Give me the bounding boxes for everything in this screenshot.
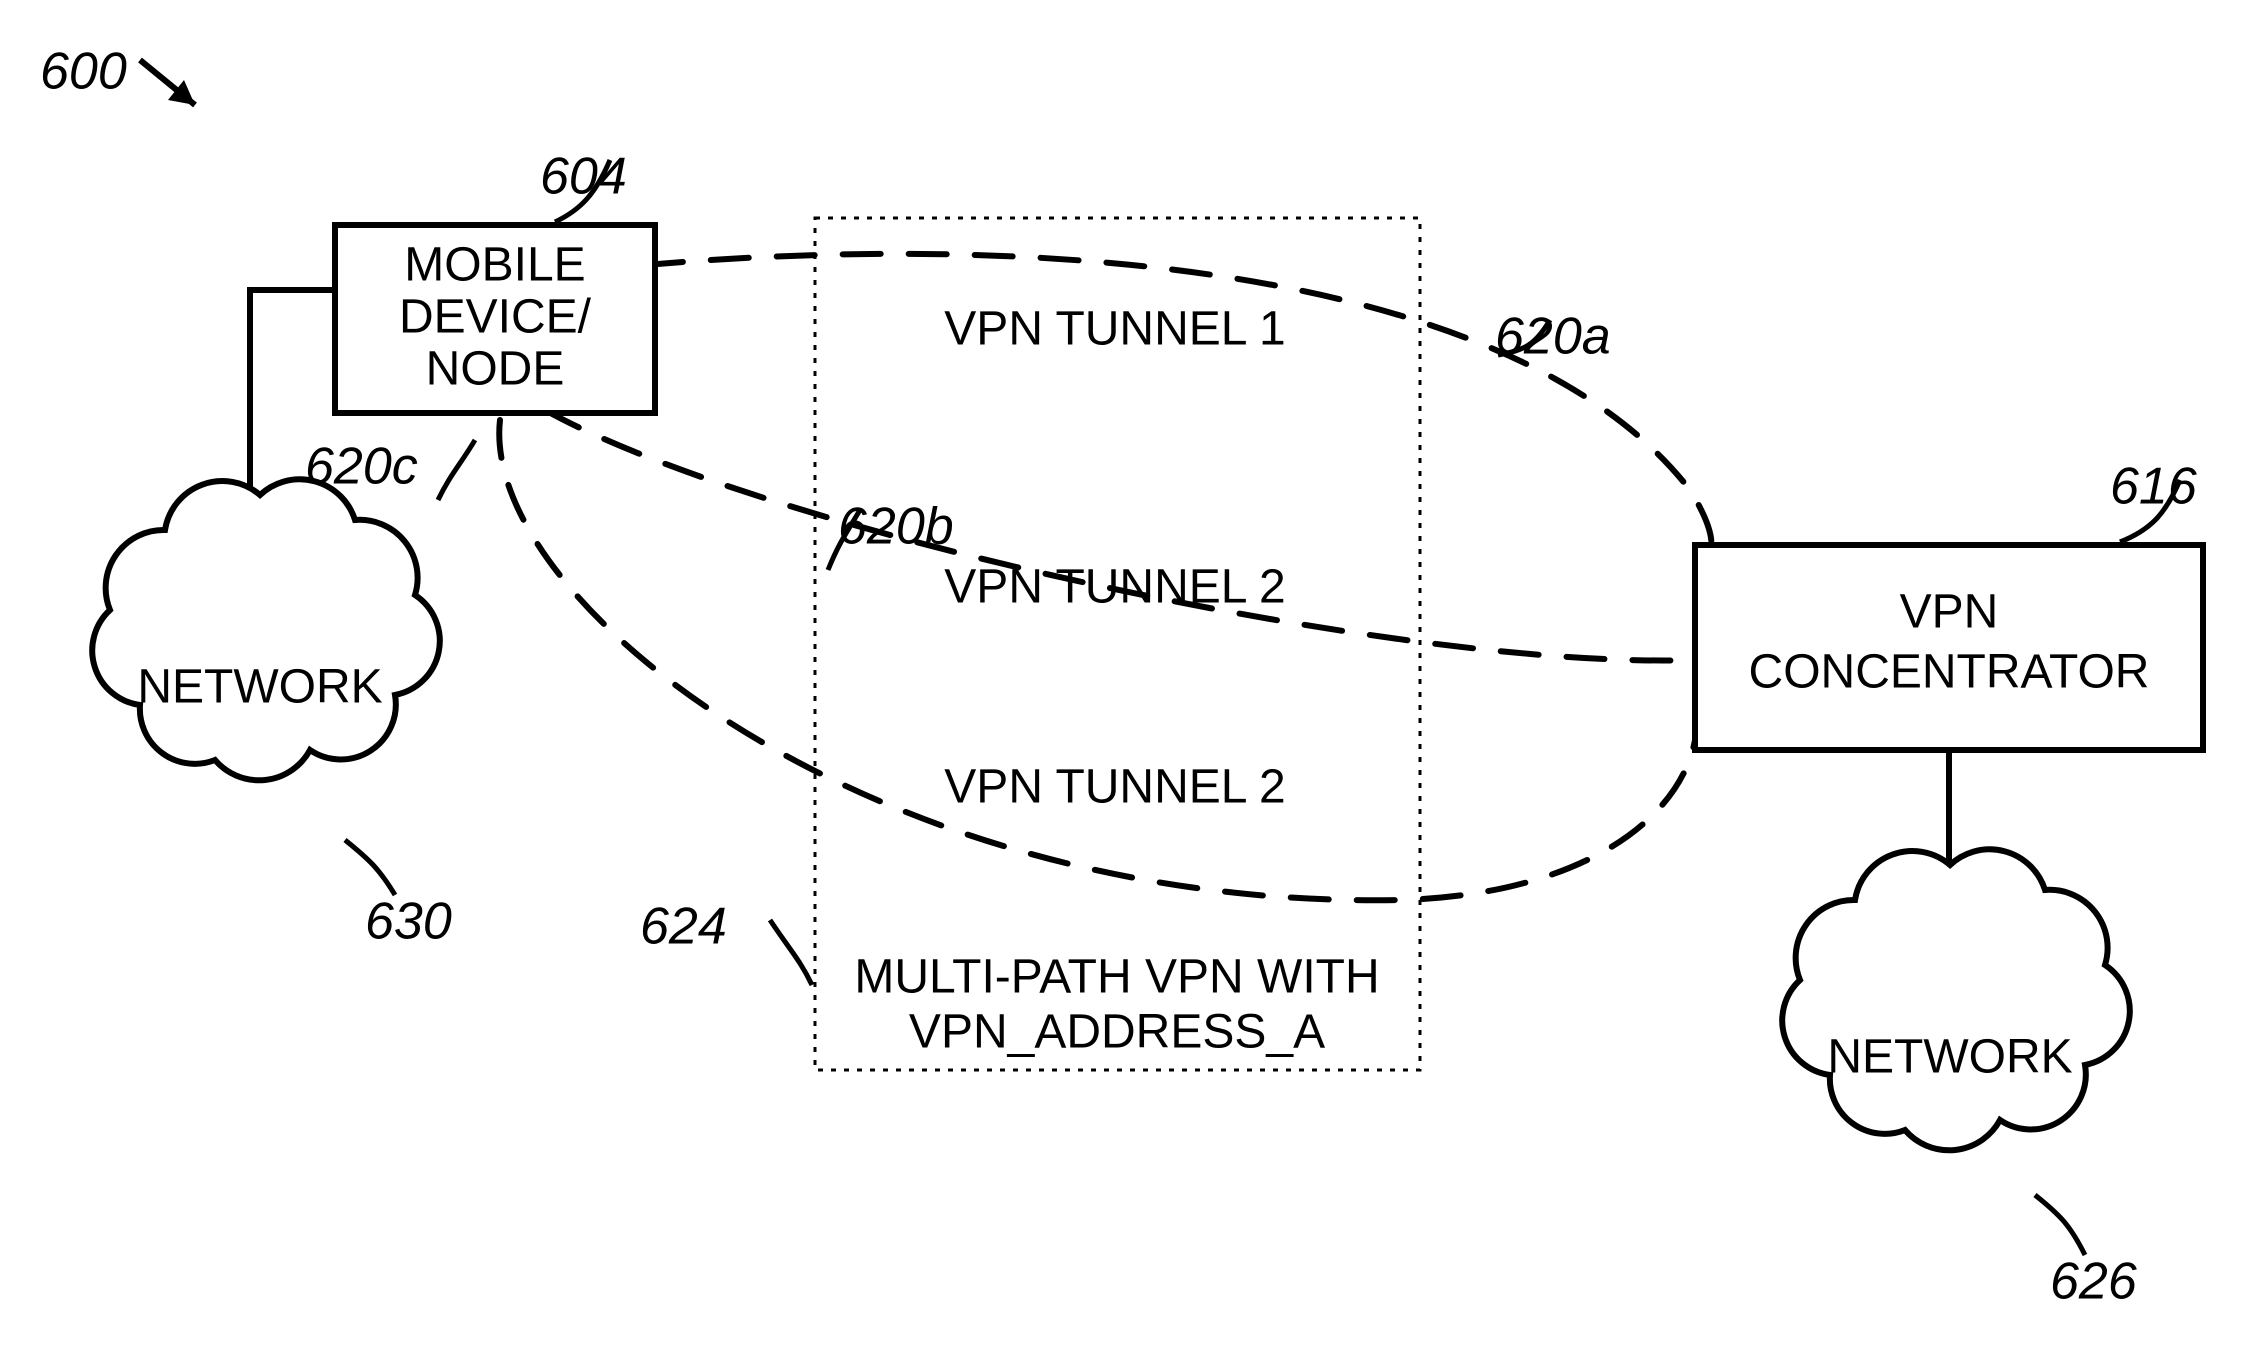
tunnel-b-path: [545, 410, 1695, 661]
network-left-cloud: NETWORK: [92, 479, 440, 780]
network-left-label: NETWORK: [137, 661, 382, 714]
multipath-label-1: MULTI-PATH VPN WITH: [854, 951, 1379, 1004]
ref-630: 630: [365, 893, 452, 951]
ref-624-leader: [770, 920, 812, 985]
ref-626-leader: [2035, 1195, 2085, 1255]
tunnel-a-path: [645, 254, 1711, 560]
ref-620c-leader: [438, 440, 475, 500]
concentrator-label-2: CONCENTRATOR: [1749, 646, 2150, 699]
ref-620c: 620c: [305, 438, 418, 496]
multipath-label-2: VPN_ADDRESS_A: [909, 1006, 1325, 1059]
ref-604: 604: [540, 148, 627, 206]
tunnel-b-label: VPN TUNNEL 2: [944, 561, 1285, 614]
tunnel-c-label: VPN TUNNEL 2: [944, 761, 1285, 814]
ref-624: 624: [640, 898, 727, 956]
network-right-label: NETWORK: [1827, 1031, 2072, 1084]
diagram-root: 600 MOBILE DEVICE/ NODE 604 VPN CONCENTR…: [0, 0, 2257, 1355]
figure-ref: 600: [40, 43, 127, 101]
network-right-cloud: NETWORK: [1782, 849, 2130, 1150]
mobile-label-1: MOBILE: [404, 239, 585, 292]
ref-620b: 620b: [838, 498, 954, 556]
tunnel-a-label: VPN TUNNEL 1: [944, 303, 1285, 356]
ref-630-leader: [345, 840, 395, 895]
mobile-label-2: DEVICE/: [399, 291, 592, 344]
ref-626: 626: [2050, 1253, 2137, 1311]
mobile-label-3: NODE: [426, 343, 565, 396]
tunnel-c-path: [499, 420, 1695, 900]
ref-620a: 620a: [1495, 308, 1611, 366]
ref-616: 616: [2110, 458, 2197, 516]
concentrator-label-1: VPN: [1900, 586, 1999, 639]
